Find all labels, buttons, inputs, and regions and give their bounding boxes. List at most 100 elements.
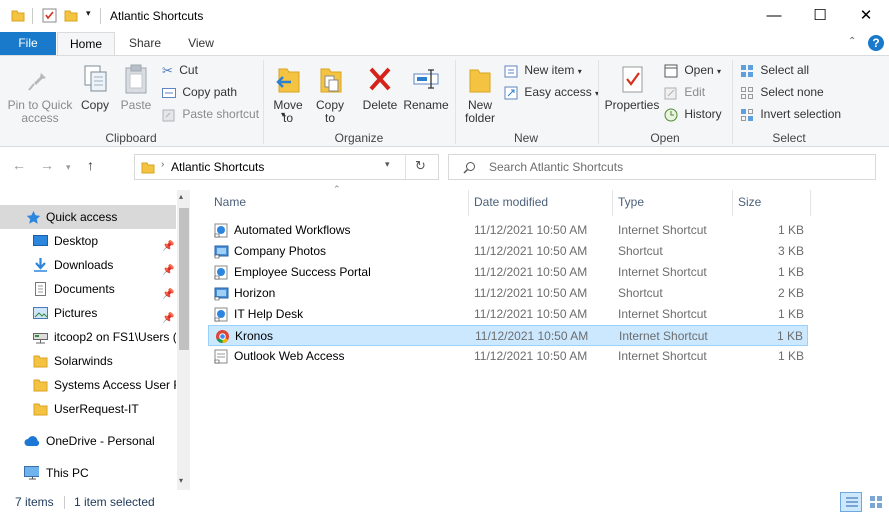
shortcut-icon [214,287,229,301]
cut-button[interactable]: ✂ Cut [162,60,198,80]
forward-arrow-icon[interactable]: → [40,157,54,173]
tab-view[interactable]: View [176,32,226,56]
pin-icon[interactable]: 📌 [162,259,174,277]
copy-icon [84,65,107,92]
easy-access-button[interactable]: Easy access ▾ [504,82,599,102]
column-size[interactable]: Size [738,190,761,214]
new-folder-button[interactable]: New folder [460,64,500,125]
file-size: 2 KB [777,286,804,300]
details-view-button[interactable] [840,492,862,512]
delete-button[interactable]: Delete [360,64,400,112]
move-to-button[interactable]: Move to [270,64,306,125]
rename-button[interactable]: Rename [403,64,449,112]
address-bar[interactable]: › Atlantic Shortcuts ▾ ↻ [134,154,439,180]
nav-item-downloads[interactable]: Downloads 📌 [0,253,176,277]
pin-icon[interactable]: 📌 [162,307,174,325]
new-folder-icon [469,69,491,93]
copy-path-label: Copy path [182,85,238,99]
collapse-ribbon-icon[interactable]: ⌃ [848,36,856,47]
pin-to-quick-access-button[interactable]: Pin to Quick access [4,64,76,125]
maximize-button[interactable]: ☐ [797,0,843,30]
chrome-icon [216,330,229,343]
pin-label: Pin to Quick access [7,98,73,125]
invert-selection-button[interactable]: Invert selection [740,104,841,124]
pin-icon[interactable]: 📌 [162,235,174,253]
tab-share[interactable]: Share [120,32,170,56]
up-arrow-icon[interactable]: ↑ [87,157,94,173]
paste-button[interactable]: Paste [118,64,154,112]
nav-item-desktop[interactable]: Desktop 📌 [0,229,176,253]
file-size: 1 KB [777,307,804,321]
file-row[interactable]: Horizon 11/12/2021 10:50 AM Shortcut 2 K… [208,283,808,304]
paste-shortcut-button[interactable]: Paste shortcut [162,104,259,124]
column-divider[interactable] [810,190,811,216]
copy-to-button[interactable]: Copy to [312,64,348,125]
url-shortcut-icon [214,349,228,364]
select-none-button[interactable]: Select none [740,82,824,102]
new-item-button[interactable]: New item ▾ [504,60,582,80]
address-path: Atlantic Shortcuts [171,160,265,174]
pin-icon[interactable]: 📌 [162,283,174,301]
file-date: 11/12/2021 10:50 AM [475,329,589,343]
large-icons-view-button[interactable] [866,492,886,512]
file-row[interactable]: Automated Workflows 11/12/2021 10:50 AM … [208,220,808,241]
nav-item-systems-access[interactable]: Systems Access User Re [0,373,176,397]
history-button[interactable]: History [664,104,722,124]
column-date-modified[interactable]: Date modified [474,190,548,214]
file-name: Horizon [234,286,276,300]
column-divider[interactable] [468,190,469,216]
help-icon[interactable]: ? [867,34,885,52]
download-icon [34,258,47,272]
copy-path-button[interactable]: Copy path [162,82,237,102]
file-row-selected[interactable]: Kronos 11/12/2021 10:50 AM Internet Shor… [208,325,808,346]
file-name: Employee Success Portal [234,265,371,279]
select-all-button[interactable]: Select all [740,60,809,80]
close-button[interactable]: ✕ [843,0,889,30]
column-divider[interactable] [732,190,733,216]
nav-item-quick-access[interactable]: Quick access [0,205,176,229]
nav-item-network-drive[interactable]: itcoop2 on FS1\Users (U [0,325,176,349]
new-folder-quick-icon[interactable] [64,8,78,22]
nav-item-pictures[interactable]: Pictures 📌 [0,301,176,325]
column-type[interactable]: Type [618,190,644,214]
cut-label: Cut [179,63,198,77]
nav-scrollbar-thumb[interactable] [179,208,189,350]
refresh-icon[interactable]: ↻ [415,158,426,174]
file-row[interactable]: Company Photos 11/12/2021 10:50 AM Short… [208,241,808,262]
file-row[interactable]: Employee Success Portal 11/12/2021 10:50… [208,262,808,283]
customize-toolbar-icon[interactable]: ▾ [86,8,91,19]
tab-home[interactable]: Home [57,32,115,56]
column-divider[interactable] [612,190,613,216]
nav-label: Documents [54,282,115,296]
pictures-icon [33,307,48,319]
nav-item-onedrive[interactable]: OneDrive - Personal [0,429,176,453]
column-name[interactable]: Name [214,190,246,214]
file-row[interactable]: IT Help Desk 11/12/2021 10:50 AM Interne… [208,304,808,325]
nav-item-this-pc[interactable]: This PC [0,461,176,485]
file-type: Internet Shortcut [618,349,707,363]
file-type: Internet Shortcut [618,307,707,321]
nav-item-documents[interactable]: Documents 📌 [0,277,176,301]
open-icon [664,64,678,78]
open-button[interactable]: Open ▾ [664,60,721,80]
edit-button[interactable]: Edit [664,82,705,102]
minimize-button[interactable]: — [751,0,797,30]
nav-item-solarwinds[interactable]: Solarwinds [0,349,176,373]
recent-locations-icon[interactable]: ▾ [66,162,71,173]
move-to-dropdown-icon[interactable]: ▾ [281,110,285,119]
scroll-up-icon[interactable]: ▴ [179,192,183,201]
properties-quick-icon[interactable] [42,8,57,23]
sort-ascending-icon: ⌃ [333,184,341,194]
tab-file[interactable]: File [0,32,56,56]
folder-icon [33,403,48,416]
address-dropdown-icon[interactable]: ▾ [385,159,390,170]
file-row[interactable]: Outlook Web Access 11/12/2021 10:50 AM I… [208,346,808,367]
properties-button[interactable]: Properties [602,64,662,112]
scroll-down-icon[interactable]: ▾ [179,476,183,485]
computer-icon [24,466,39,480]
back-arrow-icon[interactable]: ← [12,157,26,173]
copy-button[interactable]: Copy [78,64,112,112]
open-group-label: Open [650,131,680,145]
search-input[interactable]: Search Atlantic Shortcuts [448,154,876,180]
nav-item-userrequest-it[interactable]: UserRequest-IT [0,397,176,421]
